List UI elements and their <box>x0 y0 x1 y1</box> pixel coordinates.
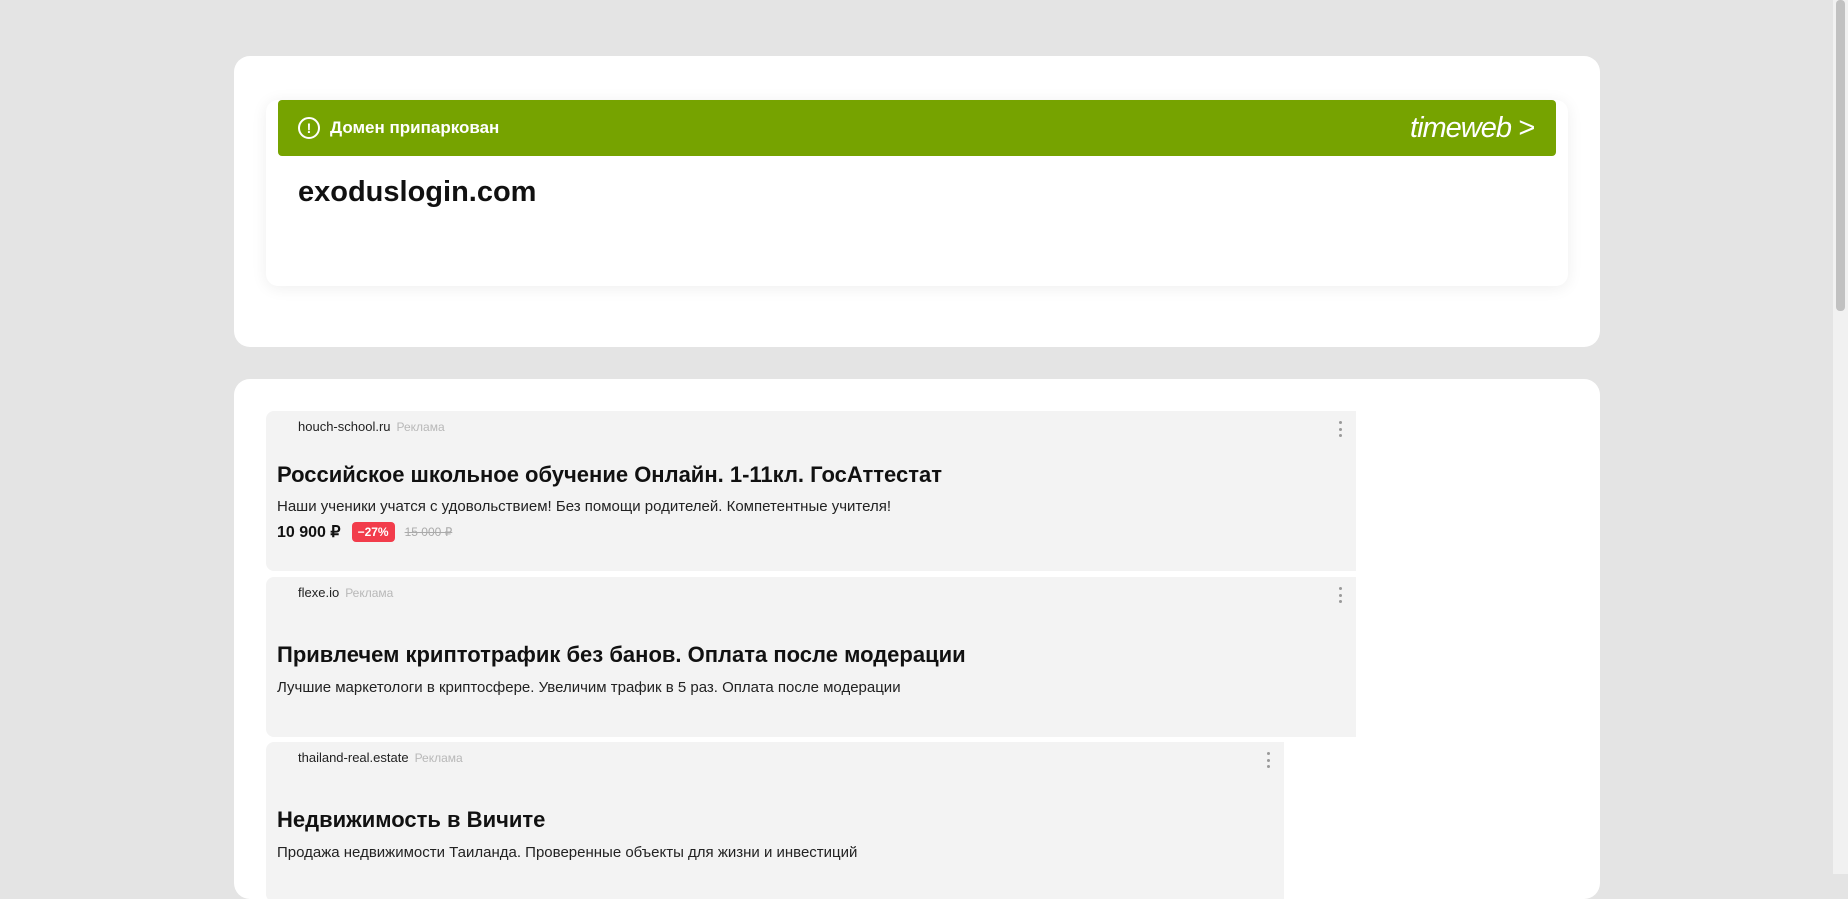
ad-price: 10 900 ₽ <box>277 524 341 541</box>
ad-title[interactable]: Привлечем криптотрафик без банов. Оплата… <box>277 642 966 668</box>
timeweb-logo-link[interactable]: timeweb > <box>1410 112 1535 145</box>
ad-body[interactable]: flexe.io Реклама Привлечем криптотрафик б… <box>266 577 1356 737</box>
parked-domain-card: ! Домен припаркован timeweb > exoduslogi… <box>234 56 1600 347</box>
ad-description: Лучшие маркетологи в криптосфере. Увелич… <box>277 679 901 696</box>
more-options-icon[interactable] <box>1264 752 1272 768</box>
vertical-scrollbar[interactable] <box>1833 0 1848 874</box>
ad-body[interactable]: thailand-real.estate Реклама Недвижимость… <box>266 742 1284 899</box>
ad-label: Реклама <box>345 586 394 600</box>
ad-item[interactable]: houch-school.ru Реклама Российское школьн… <box>266 411 1568 571</box>
ad-site: thailand-real.estate Реклама <box>298 750 463 765</box>
ad-label: Реклама <box>396 420 445 434</box>
scrollbar-thumb[interactable] <box>1836 0 1845 311</box>
ad-body[interactable]: houch-school.ru Реклама Российское школьн… <box>266 411 1356 571</box>
ad-title[interactable]: Недвижимость в Вичите <box>277 807 545 833</box>
more-options-icon[interactable] <box>1336 587 1344 603</box>
parked-banner: ! Домен припаркован timeweb > <box>278 100 1556 156</box>
ads-card: houch-school.ru Реклама Российское школьн… <box>234 379 1600 899</box>
discount-badge: −27% <box>351 522 395 542</box>
ad-title[interactable]: Российское школьное обучение Онлайн. 1-1… <box>277 462 942 488</box>
banner-text: Домен припаркован <box>330 118 500 137</box>
ad-item[interactable]: flexe.io Реклама Привлечем криптотрафик б… <box>266 577 1568 737</box>
old-price: 15 000 ₽ <box>404 525 453 539</box>
ad-site: houch-school.ru Реклама <box>298 419 445 434</box>
more-options-icon[interactable] <box>1336 421 1344 437</box>
price-row: 10 900 ₽ −27% 15 000 ₽ <box>277 522 452 542</box>
ad-item[interactable]: thailand-real.estate Реклама Недвижимость… <box>266 742 1568 899</box>
domain-title: exoduslogin.com <box>298 176 537 208</box>
alert-icon: ! <box>298 117 320 139</box>
ad-site: flexe.io Реклама <box>298 585 394 600</box>
ad-label: Реклама <box>414 751 463 765</box>
ad-description: Наши ученики учатся с удовольствием! Без… <box>277 498 892 515</box>
ad-description: Продажа недвижимости Таиланда. Проверенн… <box>277 844 858 861</box>
domain-panel: ! Домен припаркован timeweb > exoduslogi… <box>266 100 1568 286</box>
